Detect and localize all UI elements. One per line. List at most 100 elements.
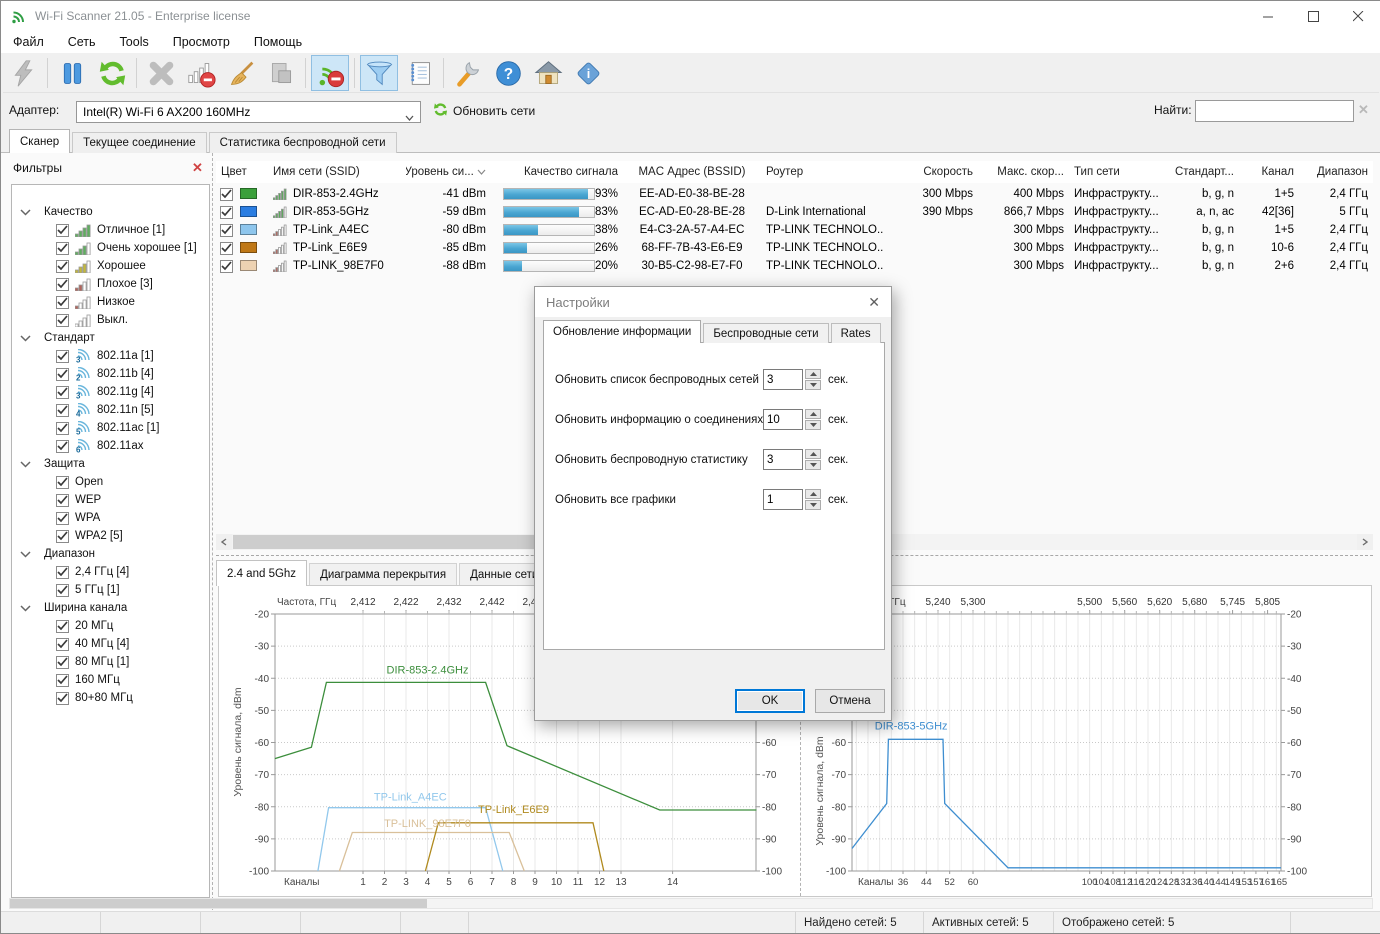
column-header-standard[interactable]: Стандарт...	[1163, 161, 1239, 183]
table-row[interactable]: DIR-853-5GHz -59 dBm 83% EC-AD-E0-28-BE-28 D…	[216, 203, 1373, 221]
adapter-select[interactable]: Intel(R) Wi-Fi 6 AX200 160MHz	[76, 101, 421, 123]
filters-splitter[interactable]	[212, 153, 213, 910]
filter-item[interactable]: Плохое [3]	[12, 275, 209, 293]
cancel-button[interactable]: Отмена	[815, 689, 885, 713]
filter-item[interactable]: WPA2 [5]	[12, 527, 209, 545]
chevron-down-icon[interactable]	[20, 550, 31, 558]
spin-up-icon[interactable]	[805, 369, 821, 379]
filter-item[interactable]: Низкое	[12, 293, 209, 311]
column-header-quality[interactable]: Качество сигнала	[491, 161, 623, 183]
checkbox-checked-icon[interactable]	[56, 223, 69, 237]
tab-scanner[interactable]: Сканер	[9, 129, 71, 153]
checkbox-checked-icon[interactable]	[56, 673, 69, 687]
maximize-button[interactable]	[1291, 1, 1336, 31]
checkbox-checked-icon[interactable]	[220, 223, 233, 237]
filter-item[interactable]: 160 МГц	[12, 671, 209, 689]
checkbox-checked-icon[interactable]	[56, 655, 69, 669]
chevron-down-icon[interactable]	[20, 604, 31, 612]
filter-item[interactable]: 5 ГГц [1]	[12, 581, 209, 599]
filter-group-Стандарт[interactable]: Стандарт	[12, 329, 209, 347]
filter-item[interactable]: 6 802.11ax	[12, 437, 209, 455]
minimize-button[interactable]	[1246, 1, 1291, 31]
spin-down-icon[interactable]	[805, 380, 821, 390]
checkbox-checked-icon[interactable]	[56, 475, 69, 489]
column-header-color[interactable]: Цвет	[216, 161, 268, 183]
filter-group-Качество[interactable]: Качество	[12, 203, 209, 221]
spin-down-icon[interactable]	[805, 500, 821, 510]
checkbox-checked-icon[interactable]	[56, 277, 69, 291]
clear-search-icon[interactable]: ✕	[1358, 102, 1369, 118]
toolbar-cleanup-button[interactable]	[222, 55, 260, 91]
column-header-max_speed[interactable]: Макс. скор...	[978, 161, 1069, 183]
spin-up-icon[interactable]	[805, 489, 821, 499]
scroll-right-icon[interactable]	[1357, 534, 1373, 550]
spin-down-icon[interactable]	[805, 460, 821, 470]
filter-item[interactable]: WPA	[12, 509, 209, 527]
checkbox-checked-icon[interactable]	[56, 439, 69, 453]
filter-item[interactable]: 80 МГц [1]	[12, 653, 209, 671]
menu-item-network[interactable]: Сеть	[56, 35, 108, 49]
scrollbar-thumb[interactable]	[10, 899, 427, 908]
toolbar-clear-signals-button[interactable]	[182, 55, 220, 91]
checkbox-checked-icon[interactable]	[220, 259, 233, 273]
toolbar-pause-button[interactable]	[53, 55, 91, 91]
filter-item[interactable]: 2 802.11b [4]	[12, 365, 209, 383]
checkbox-checked-icon[interactable]	[56, 619, 69, 633]
filter-item[interactable]: Отличное [1]	[12, 221, 209, 239]
interval-input[interactable]	[763, 449, 803, 470]
chart-tab-1[interactable]: Диаграмма перекрытия	[309, 563, 458, 585]
toolbar-inactive-networks-button[interactable]	[311, 55, 349, 91]
checkbox-checked-icon[interactable]	[56, 295, 69, 309]
checkbox-checked-icon[interactable]	[56, 493, 69, 507]
checkbox-checked-icon[interactable]	[220, 187, 233, 201]
toolbar-help-button[interactable]: ?	[489, 55, 527, 91]
column-header-net_type[interactable]: Тип сети	[1069, 161, 1163, 183]
filter-item[interactable]: 5 802.11ac [1]	[12, 419, 209, 437]
menu-item-view[interactable]: Просмотр	[161, 35, 242, 49]
table-row[interactable]: TP-LINK_98E7F0 -88 dBm 20% 30-B5-C2-98-E7-F…	[216, 257, 1373, 275]
dialog-tab-1[interactable]: Беспроводные сети	[703, 323, 829, 343]
filter-item[interactable]: Хорошее	[12, 257, 209, 275]
checkbox-checked-icon[interactable]	[56, 313, 69, 327]
filter-item[interactable]: 80+80 МГц	[12, 689, 209, 707]
filter-item[interactable]: 4 802.11n [5]	[12, 401, 209, 419]
chevron-down-icon[interactable]	[20, 334, 31, 342]
column-header-band[interactable]: Диапазон	[1299, 161, 1373, 183]
bottom-scrollbar[interactable]	[9, 898, 1373, 909]
column-header-router[interactable]: Роутер	[761, 161, 883, 183]
chevron-down-icon[interactable]	[20, 208, 31, 216]
column-header-level[interactable]: Уровень си...	[406, 161, 491, 183]
checkbox-checked-icon[interactable]	[56, 565, 69, 579]
toolbar-about-button[interactable]: i	[569, 55, 607, 91]
filter-group-Ширина канала[interactable]: Ширина канала	[12, 599, 209, 617]
spin-down-icon[interactable]	[805, 420, 821, 430]
dialog-tab-0[interactable]: Обновление информации	[543, 320, 702, 343]
filters-close-icon[interactable]: ✕	[192, 160, 203, 176]
filter-group-Диапазон[interactable]: Диапазон	[12, 545, 209, 563]
interval-input[interactable]	[763, 489, 803, 510]
tab-wireless-statistics[interactable]: Статистика беспроводной сети	[208, 132, 397, 153]
toolbar-scan-button[interactable]	[4, 55, 42, 91]
table-row[interactable]: DIR-853-2.4GHz -41 dBm 93% EE-AD-E0-38-BE-2…	[216, 185, 1373, 203]
toolbar-journal-button[interactable]	[400, 55, 438, 91]
filter-item[interactable]: 3 802.11a [1]	[12, 347, 209, 365]
close-button[interactable]	[1336, 1, 1380, 31]
filter-group-Защита[interactable]: Защита	[12, 455, 209, 473]
toolbar-paste-button[interactable]	[262, 55, 300, 91]
search-input[interactable]	[1195, 100, 1354, 122]
checkbox-checked-icon[interactable]	[56, 241, 69, 255]
checkbox-checked-icon[interactable]	[56, 367, 69, 381]
checkbox-checked-icon[interactable]	[56, 691, 69, 705]
table-row[interactable]: TP-Link_E6E9 -85 dBm 26% 68-FF-7B-43-E6-E9 T…	[216, 239, 1373, 257]
chart-tab-0[interactable]: 2.4 and 5Ghz	[216, 560, 308, 586]
column-header-channel[interactable]: Канал	[1239, 161, 1299, 183]
checkbox-checked-icon[interactable]	[56, 259, 69, 273]
refresh-networks-button[interactable]: Обновить сети	[433, 102, 535, 120]
toolbar-filter-button[interactable]	[360, 55, 398, 91]
filter-item[interactable]: 3 802.11g [4]	[12, 383, 209, 401]
checkbox-checked-icon[interactable]	[220, 241, 233, 255]
checkbox-checked-icon[interactable]	[56, 583, 69, 597]
spin-up-icon[interactable]	[805, 449, 821, 459]
checkbox-checked-icon[interactable]	[56, 529, 69, 543]
toolbar-delete-button[interactable]	[142, 55, 180, 91]
